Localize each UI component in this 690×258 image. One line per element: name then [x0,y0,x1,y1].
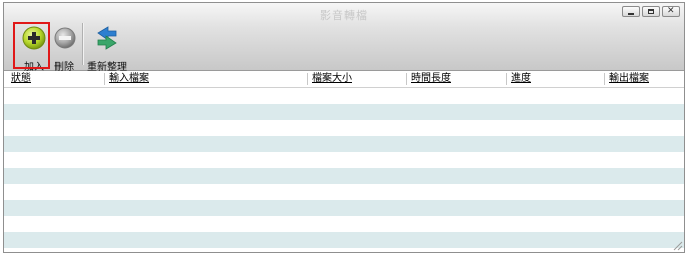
main-window: 影音轉檔 ✕ 加入 刪除 重新整理 狀態 輸入檔案 檔案大小 時間長度 進度 輸… [3,2,685,253]
delete-button[interactable]: 刪除 [50,21,78,73]
maximize-icon [648,9,654,14]
close-button[interactable]: ✕ [662,6,680,17]
resize-grip-icon[interactable] [673,241,683,251]
add-icon [22,26,46,50]
add-button[interactable]: 加入 [18,21,50,73]
maximize-button[interactable] [642,6,660,17]
list-row [4,200,684,216]
list-row [4,168,684,184]
list-row [4,184,684,200]
column-header-output-file[interactable]: 輸出檔案 [605,71,683,87]
delete-icon [54,27,76,49]
list-row [4,120,684,136]
column-header-progress[interactable]: 進度 [507,71,605,87]
window-controls: ✕ [622,6,680,19]
column-header-status[interactable]: 狀態 [7,71,105,87]
list-row [4,232,684,248]
refresh-icon [97,26,117,50]
file-list[interactable] [4,88,684,252]
list-row [4,88,684,104]
column-header-input-file[interactable]: 輸入檔案 [105,71,308,87]
minimize-button[interactable] [622,6,640,17]
list-row [4,216,684,232]
table-header: 狀態 輸入檔案 檔案大小 時間長度 進度 輸出檔案 [4,71,684,88]
minimize-icon [628,13,634,15]
list-row [4,104,684,120]
reorganize-button[interactable]: 重新整理 [84,21,130,73]
close-icon: ✕ [667,6,675,16]
toolbar-area: 影音轉檔 ✕ 加入 刪除 重新整理 [4,3,684,73]
list-row [4,152,684,168]
column-header-file-size[interactable]: 檔案大小 [308,71,407,87]
column-header-duration[interactable]: 時間長度 [407,71,507,87]
list-row [4,136,684,152]
